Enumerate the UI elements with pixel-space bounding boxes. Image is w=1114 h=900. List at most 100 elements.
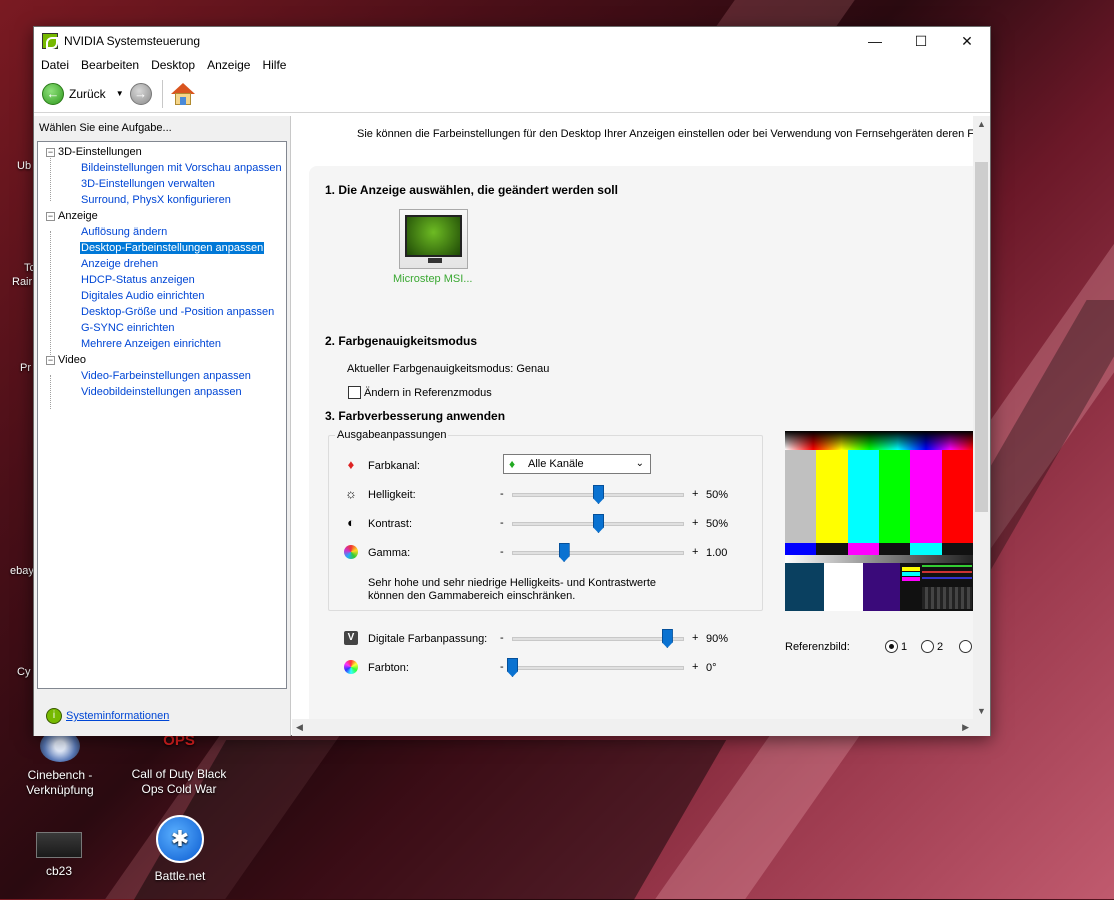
- vibrance-slider-thumb[interactable]: [661, 629, 673, 648]
- color-channel-value: Alle Kanäle: [528, 458, 584, 470]
- hue-icon: [344, 660, 358, 674]
- tree-group-anzeige[interactable]: − Anzeige: [38, 208, 286, 224]
- section-2-title: 2. Farbgenauigkeitsmodus: [325, 334, 478, 348]
- gamma-slider[interactable]: [512, 551, 684, 555]
- gamma-plus[interactable]: +: [692, 546, 698, 558]
- brightness-label: Helligkeit:: [368, 489, 416, 501]
- color-channel-icon: ♦: [347, 457, 355, 472]
- vertical-scrollbar[interactable]: ▲ ▼: [973, 116, 990, 719]
- menu-bearbeiten[interactable]: Bearbeiten: [76, 58, 146, 72]
- gamma-value: 1.00: [706, 547, 728, 559]
- hue-minus[interactable]: -: [500, 661, 504, 673]
- scroll-right-arrow-icon[interactable]: ▶: [962, 722, 969, 733]
- color-channel-select-icon: ♦: [509, 457, 516, 471]
- vibrance-slider[interactable]: [512, 637, 684, 641]
- tree-item[interactable]: Videobildeinstellungen anpassen: [38, 384, 286, 400]
- task-pane-header: Wählen Sie eine Aufgabe...: [39, 122, 172, 134]
- content-pane: Sie können die Farbeinstellungen für den…: [292, 116, 990, 736]
- tree-group-label: 3D-Einstellungen: [58, 146, 142, 158]
- vibrance-plus[interactable]: +: [692, 632, 698, 644]
- desktop-icon-label: Cinebench - Verknüpfung: [26, 768, 94, 797]
- color-channel-label: Farbkanal:: [368, 460, 420, 472]
- current-mode-text: Aktueller Farbgenauigkeitsmodus: Genau: [347, 363, 550, 375]
- toolbar: ← Zurück ▼ →: [34, 75, 990, 113]
- tree-item[interactable]: Anzeige drehen: [38, 256, 286, 272]
- reference-radio-1-label[interactable]: 1: [901, 641, 907, 653]
- gamma-label: Gamma:: [368, 547, 411, 559]
- vibrance-value: 90%: [706, 633, 729, 645]
- gamma-minus[interactable]: -: [500, 546, 504, 558]
- reference-radio-2-label[interactable]: 2: [937, 641, 943, 653]
- back-arrow-icon[interactable]: ←: [42, 82, 64, 105]
- desktop-edge-label: Pr: [20, 362, 31, 374]
- chevron-down-icon: ⌄: [635, 458, 644, 469]
- tree-item[interactable]: Digitales Audio einrichten: [38, 288, 286, 304]
- home-icon[interactable]: [170, 82, 195, 105]
- scroll-up-arrow-icon[interactable]: ▲: [977, 119, 986, 129]
- system-info-link[interactable]: i Systeminformationen: [46, 708, 169, 724]
- vibrance-label: Digitale Farbanpassung:: [368, 633, 488, 645]
- gamma-note: Sehr hohe und sehr niedrige Helligkeits-…: [368, 577, 656, 602]
- hue-plus[interactable]: +: [692, 661, 698, 673]
- reference-radio-1[interactable]: [885, 640, 898, 653]
- back-history-dropdown-icon[interactable]: ▼: [116, 89, 124, 98]
- tree-item[interactable]: G-SYNC einrichten: [38, 320, 286, 336]
- minimize-button[interactable]: —: [852, 27, 898, 55]
- title-bar[interactable]: NVIDIA Systemsteuerung — ☐ ✕: [34, 27, 990, 55]
- desktop-icon-battlenet[interactable]: ✱ Battle.net: [125, 815, 235, 884]
- maximize-button[interactable]: ☐: [898, 27, 944, 55]
- horizontal-scrollbar[interactable]: ◀ ▶: [292, 719, 990, 736]
- tree-item[interactable]: Auflösung ändern: [38, 224, 286, 240]
- vertical-scrollbar-thumb[interactable]: [975, 162, 988, 512]
- desktop-icon-cinebench[interactable]: Cinebench - Verknüpfung: [5, 730, 115, 798]
- desktop-icon-cb23[interactable]: cb23: [4, 832, 114, 879]
- hue-label: Farbton:: [368, 662, 409, 674]
- tree-group-3d[interactable]: −3D-Einstellungen: [38, 144, 286, 160]
- system-info-label[interactable]: Systeminformationen: [66, 710, 169, 722]
- desktop-icon-cod[interactable]: OPS Call of Duty Black Ops Cold War: [124, 733, 234, 797]
- tree-item[interactable]: Bildeinstellungen mit Vorschau anpassen: [38, 160, 286, 176]
- menu-anzeige[interactable]: Anzeige: [202, 58, 257, 72]
- reference-radio-3[interactable]: [959, 640, 972, 653]
- collapse-icon[interactable]: −: [46, 147, 55, 157]
- tree-item[interactable]: HDCP-Status anzeigen: [38, 272, 286, 288]
- vibrance-minus[interactable]: -: [500, 632, 504, 644]
- brightness-minus[interactable]: -: [500, 488, 504, 500]
- scroll-left-arrow-icon[interactable]: ◀: [296, 722, 303, 733]
- hue-slider-thumb[interactable]: [507, 658, 518, 677]
- tree-item[interactable]: Mehrere Anzeigen einrichten: [38, 336, 286, 352]
- forward-arrow-icon[interactable]: →: [129, 82, 152, 105]
- collapse-icon[interactable]: −: [46, 355, 55, 365]
- reference-mode-label[interactable]: Ändern in Referenzmodus: [364, 387, 492, 399]
- menu-bar: Datei Bearbeiten Desktop Anzeige Hilfe: [34, 55, 990, 75]
- reference-mode-checkbox[interactable]: [348, 386, 361, 399]
- battlenet-icon: ✱: [156, 815, 204, 863]
- contrast-plus[interactable]: +: [692, 517, 698, 529]
- tree-group-video[interactable]: − Video: [38, 352, 286, 368]
- desktop-icon-label: cb23: [45, 864, 73, 878]
- contrast-minus[interactable]: -: [500, 517, 504, 529]
- hue-slider[interactable]: [512, 666, 684, 670]
- tree-item[interactable]: 3D-Einstellungen verwalten: [38, 176, 286, 192]
- tree-item[interactable]: Video-Farbeinstellungen anpassen: [38, 368, 286, 384]
- brightness-plus[interactable]: +: [692, 488, 698, 500]
- display-tile[interactable]: [399, 209, 468, 269]
- reference-radio-2[interactable]: [921, 640, 934, 653]
- display-name[interactable]: Microstep MSI...: [393, 273, 472, 285]
- color-channel-select[interactable]: ♦ Alle Kanäle ⌄: [503, 454, 651, 474]
- back-button-label[interactable]: Zurück: [69, 87, 106, 101]
- collapse-icon[interactable]: −: [46, 211, 55, 221]
- scroll-down-arrow-icon[interactable]: ▼: [977, 706, 986, 716]
- monitor-icon: [405, 215, 462, 257]
- contrast-icon: ◐: [347, 515, 355, 530]
- close-button[interactable]: ✕: [944, 27, 990, 55]
- tree-item[interactable]: Surround, PhysX konfigurieren: [38, 192, 286, 208]
- menu-datei[interactable]: Datei: [36, 58, 76, 72]
- tree-item-selected[interactable]: Desktop-Farbeinstellungen anpassen: [38, 240, 286, 256]
- desktop-edge-label: Ub: [17, 160, 32, 172]
- menu-hilfe[interactable]: Hilfe: [257, 58, 293, 72]
- section-1-title: 1. Die Anzeige auswählen, die geändert w…: [325, 183, 618, 197]
- tree-item[interactable]: Desktop-Größe und -Position anpassen: [38, 304, 286, 320]
- nvidia-control-panel-window: NVIDIA Systemsteuerung — ☐ ✕ Datei Bearb…: [33, 26, 991, 736]
- menu-desktop[interactable]: Desktop: [146, 58, 202, 72]
